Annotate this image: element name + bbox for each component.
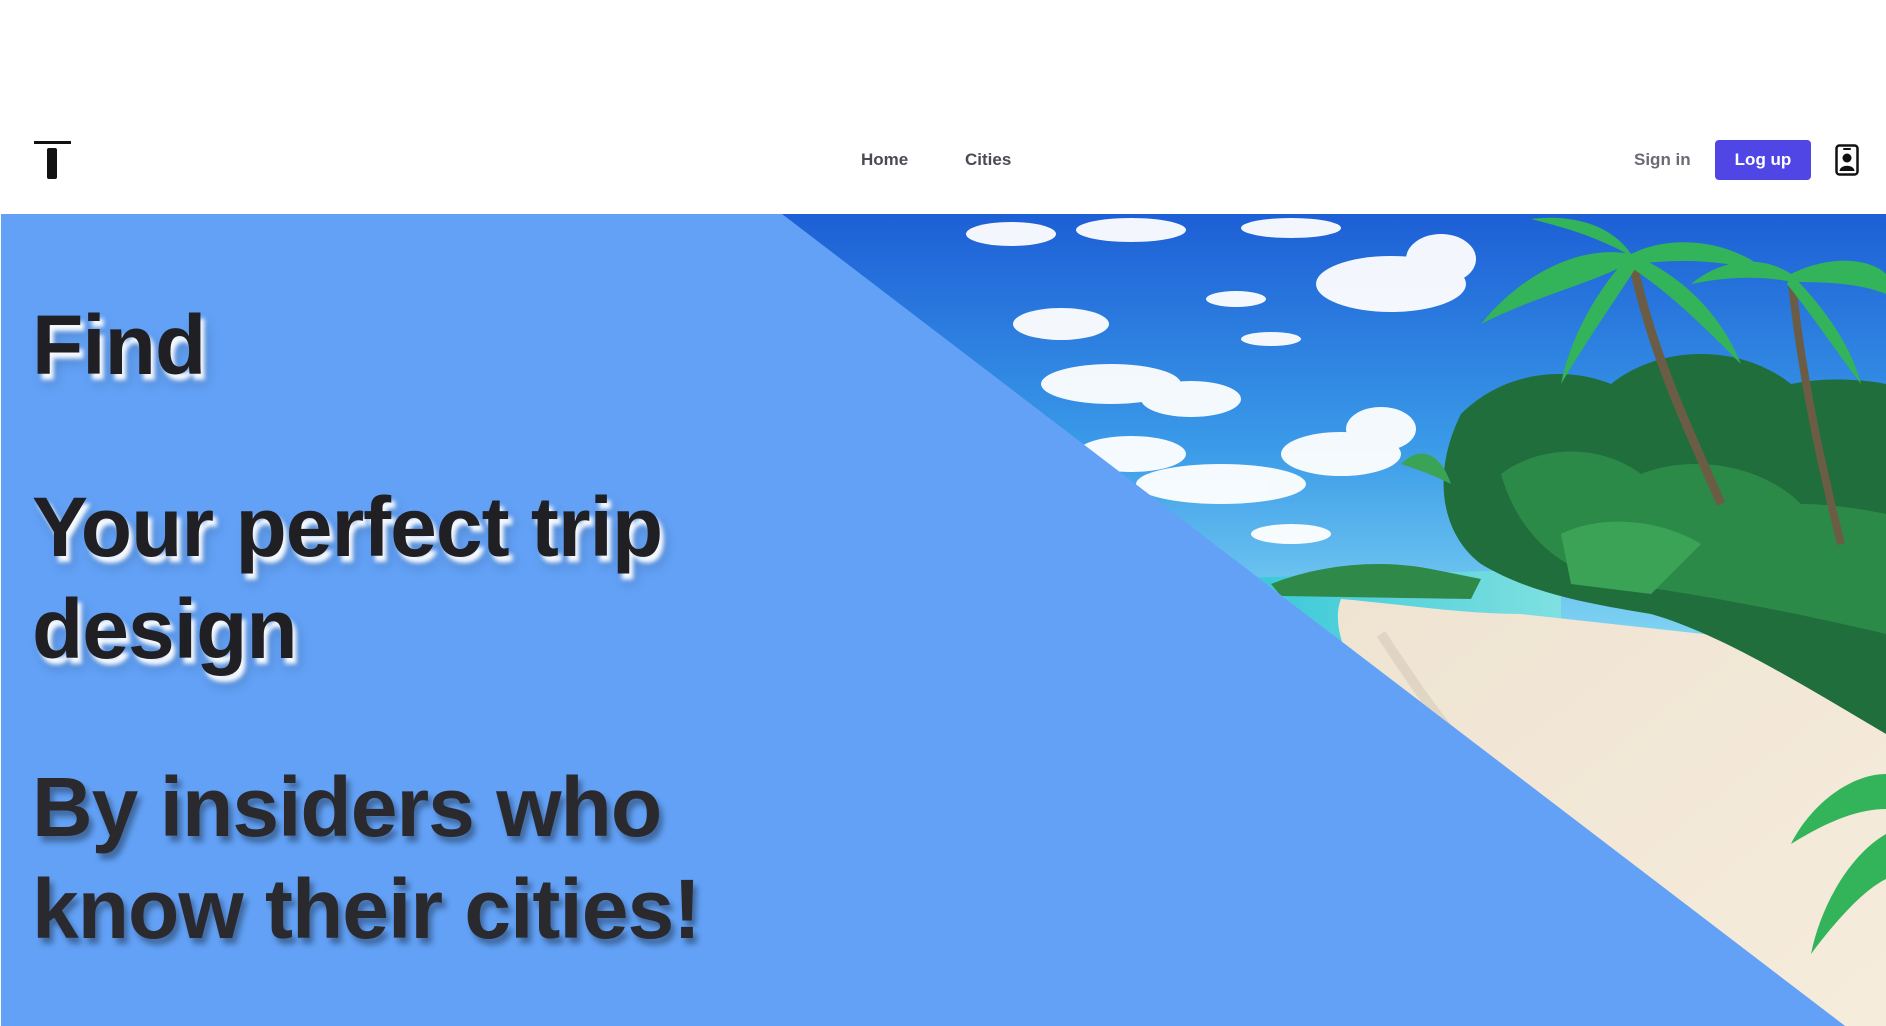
- hero-line-find: Find: [32, 298, 206, 392]
- hero-line-insiders-b: know their cities!: [32, 862, 701, 956]
- top-navbar: Home Cities Sign in Log up: [0, 117, 1886, 201]
- hero-line-trip-a: Your perfect trip: [32, 480, 663, 574]
- hero-line-insiders-a: By insiders who: [32, 760, 662, 854]
- landing-page: Home Cities Sign in Log up Find Your per…: [0, 0, 1886, 1026]
- hero-heading-insiders: By insiders who know their cities!: [32, 756, 701, 960]
- nav-link-home[interactable]: Home: [861, 148, 908, 172]
- nav-link-cities[interactable]: Cities: [965, 148, 1011, 172]
- user-badge-icon[interactable]: [1835, 144, 1859, 176]
- main-nav: Home Cities: [0, 148, 1886, 172]
- hero-heading-trip: Your perfect trip design: [32, 476, 663, 680]
- hero-heading-find: Find: [32, 294, 206, 396]
- hero-banner: Find Your perfect trip design By insider…: [1, 214, 1886, 1026]
- hero-line-trip-b: design: [32, 582, 298, 676]
- log-up-button[interactable]: Log up: [1715, 140, 1811, 180]
- sign-in-link[interactable]: Sign in: [1634, 148, 1691, 172]
